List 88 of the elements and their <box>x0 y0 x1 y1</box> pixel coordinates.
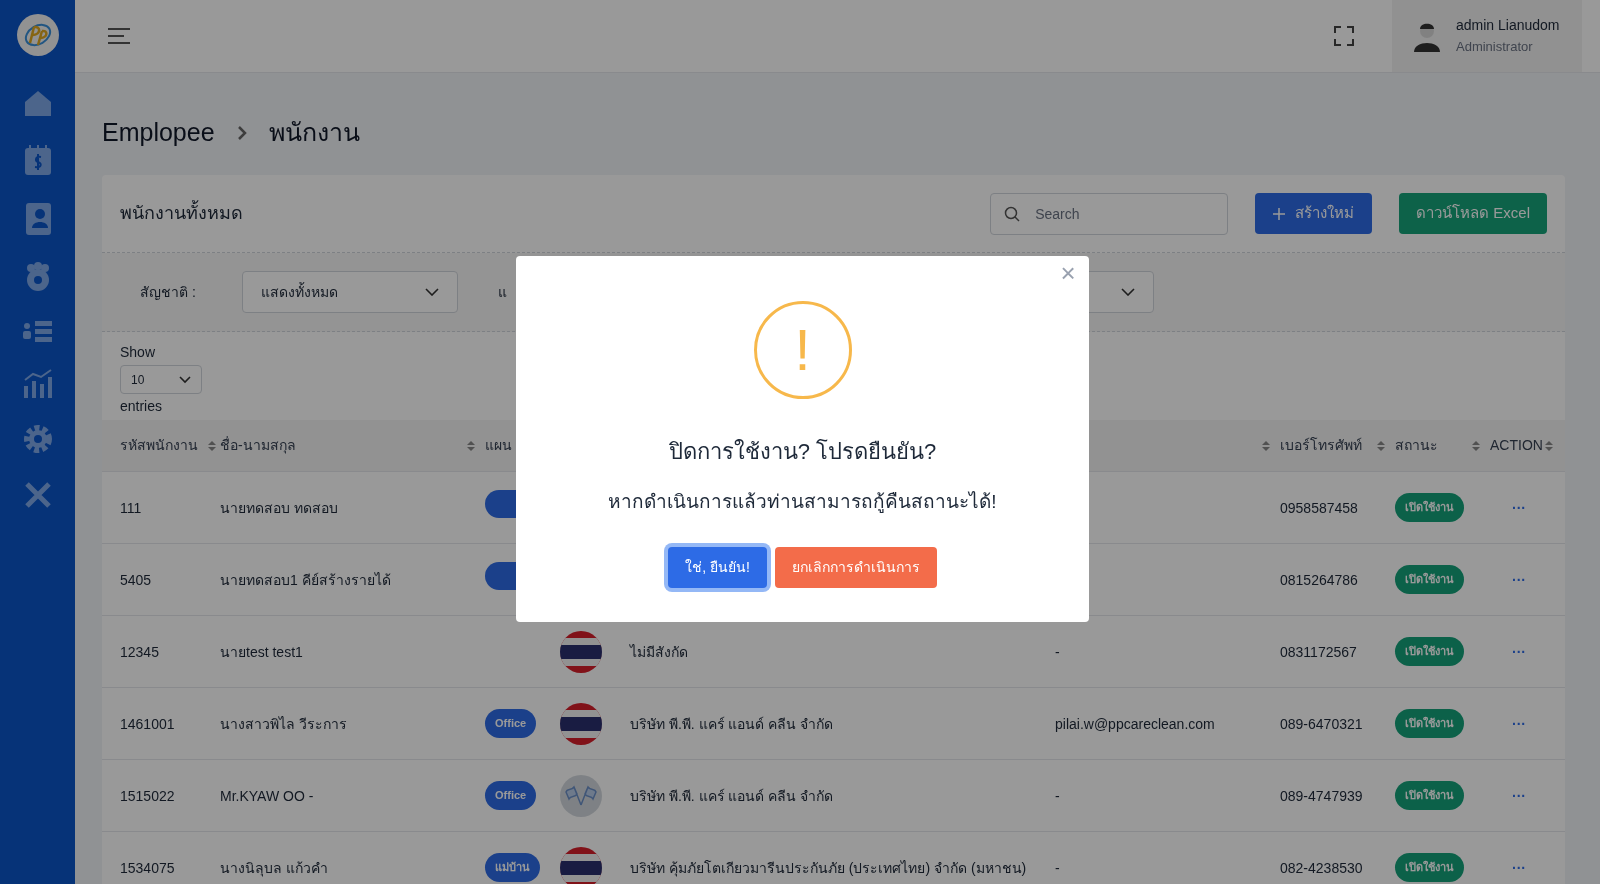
plus-icon <box>1273 207 1286 220</box>
email: pilai.w@ppcareclean.com <box>1055 715 1215 732</box>
dialog-message: หากดำเนินการแล้วท่านสามารถกู้คืนสถานะได้! <box>608 490 997 515</box>
column-header[interactable]: เบอร์โทรศัพท์ <box>1280 435 1362 456</box>
employee-id: 5405 <box>120 571 152 588</box>
chevron-right-icon <box>236 124 247 141</box>
column-header[interactable]: สถานะ <box>1395 435 1438 456</box>
sort-icon[interactable] <box>467 439 475 452</box>
sort-icon[interactable] <box>1472 439 1480 452</box>
status-badge: เปิดใช้งาน <box>1395 637 1464 666</box>
show-label: Show <box>120 343 156 362</box>
search-field[interactable]: Search <box>990 192 1229 235</box>
list-icon[interactable] <box>22 320 53 342</box>
employee-id: 111 <box>120 499 142 516</box>
phone-number: 0815264786 <box>1280 571 1358 588</box>
status-badge: เปิดใช้งาน <box>1395 709 1464 738</box>
column-header[interactable]: แผน <box>485 435 512 456</box>
create-button[interactable]: สร้างใหม่ <box>1255 193 1373 234</box>
company-name: บริษัท พี.พี. แคร์ แอนด์ คลีน จำกัด <box>630 787 834 804</box>
department-badge: Office <box>485 709 537 738</box>
action-menu-button[interactable]: ··· <box>1512 785 1526 807</box>
chart-icon[interactable] <box>22 368 53 398</box>
employee-id: 1461001 <box>120 715 175 732</box>
company-name: ไม่มีสังกัด <box>630 643 688 660</box>
breadcrumb-link[interactable]: Emplopee <box>102 113 215 152</box>
column-header[interactable]: ACTION <box>1490 435 1543 456</box>
company-name: บริษัท คุ้มภัยโตเกียวมารีนประกันภัย (ประเทศไทย) จำกัด (มหาชน) <box>630 859 1027 876</box>
column-header[interactable]: รหัสพนักงาน <box>120 435 198 456</box>
phone-number: 0958587458 <box>1280 499 1358 516</box>
employee-id: 1515022 <box>120 787 175 804</box>
action-menu-button[interactable]: ··· <box>1512 713 1526 735</box>
card-title: พนักงานทั้งหมด <box>120 200 243 227</box>
department-badge: แม่บ้าน <box>485 853 540 882</box>
chevron-down-icon <box>424 288 439 296</box>
employee-id: 12345 <box>120 643 159 660</box>
action-menu-button[interactable]: ··· <box>1512 641 1526 663</box>
status-badge: เปิดใช้งาน <box>1395 781 1464 810</box>
employee-name: นางนิลุบล แก้วคำ <box>220 859 328 876</box>
breadcrumb-current: พนักงาน <box>268 116 360 148</box>
home-icon[interactable] <box>22 88 53 118</box>
email: - <box>1055 643 1060 660</box>
column-header[interactable]: ชื่อ-นามสกุล <box>220 435 296 456</box>
employee-name: Mr.KYAW OO - <box>220 787 314 804</box>
email: - <box>1055 859 1060 876</box>
email: - <box>1055 787 1060 804</box>
warning-icon: ! <box>753 301 852 399</box>
user-panel[interactable]: admin Lianudom Administrator <box>1392 0 1582 72</box>
sort-icon[interactable] <box>1377 439 1385 452</box>
contact-book-icon[interactable] <box>23 202 52 236</box>
action-menu-button[interactable]: ··· <box>1512 497 1526 519</box>
phone-number: 082-4238530 <box>1280 859 1363 876</box>
chevron-down-icon <box>1120 288 1135 296</box>
logo-icon <box>16 14 59 56</box>
filter-select[interactable]: แสดงทั้งหมด <box>241 271 458 313</box>
download-excel-button[interactable]: ดาวน์โหลด Excel <box>1399 193 1547 234</box>
phone-number: 0831172567 <box>1280 643 1357 660</box>
fullscreen-icon[interactable] <box>1334 26 1354 46</box>
phone-number: 089-6470321 <box>1280 715 1363 732</box>
action-menu-button[interactable]: ··· <box>1512 569 1526 591</box>
employee-name: นายทดสอบ ทดสอบ <box>220 499 338 516</box>
department-badge: Office <box>485 781 537 810</box>
employee-id: 1534075 <box>120 859 175 876</box>
entries-label: entries <box>120 397 163 416</box>
status-badge: เปิดใช้งาน <box>1395 565 1464 594</box>
status-badge: เปิดใช้งาน <box>1395 493 1464 522</box>
search-icon <box>1004 205 1021 222</box>
employee-name: นายtest test1 <box>220 643 303 660</box>
employee-name: นางสาวพิไล วีระการ <box>220 715 347 732</box>
menu-icon[interactable] <box>107 27 131 45</box>
user-role: Administrator <box>1456 38 1534 55</box>
cancel-button[interactable]: ยกเลิกการดำเนินการ <box>774 546 937 588</box>
settings-icon[interactable] <box>22 424 53 454</box>
filter-label: แ <box>497 282 507 302</box>
chevron-down-icon <box>179 375 191 384</box>
close-button[interactable]: × <box>1057 260 1079 286</box>
calendar-icon[interactable] <box>23 144 52 176</box>
sort-icon[interactable] <box>1262 439 1270 452</box>
company-name: บริษัท พี.พี. แคร์ แอนด์ คลีน จำกัด <box>630 715 834 732</box>
page-size-select[interactable]: 10 <box>120 365 202 394</box>
sort-icon[interactable] <box>1545 439 1553 452</box>
action-menu-button[interactable]: ··· <box>1512 857 1526 879</box>
phone-number: 089-4747939 <box>1280 787 1363 804</box>
status-badge: เปิดใช้งาน <box>1395 853 1464 882</box>
user-name: admin Lianudom <box>1456 17 1560 35</box>
employee-name: นายทดสอบ1 คีย์สร้างรายได้ <box>220 571 391 588</box>
filter-label: สัญชาติ : <box>140 282 196 302</box>
sort-icon[interactable] <box>208 439 216 452</box>
dialog-title: ปิดการใช้งาน? โปรดยืนยัน? <box>668 438 937 466</box>
